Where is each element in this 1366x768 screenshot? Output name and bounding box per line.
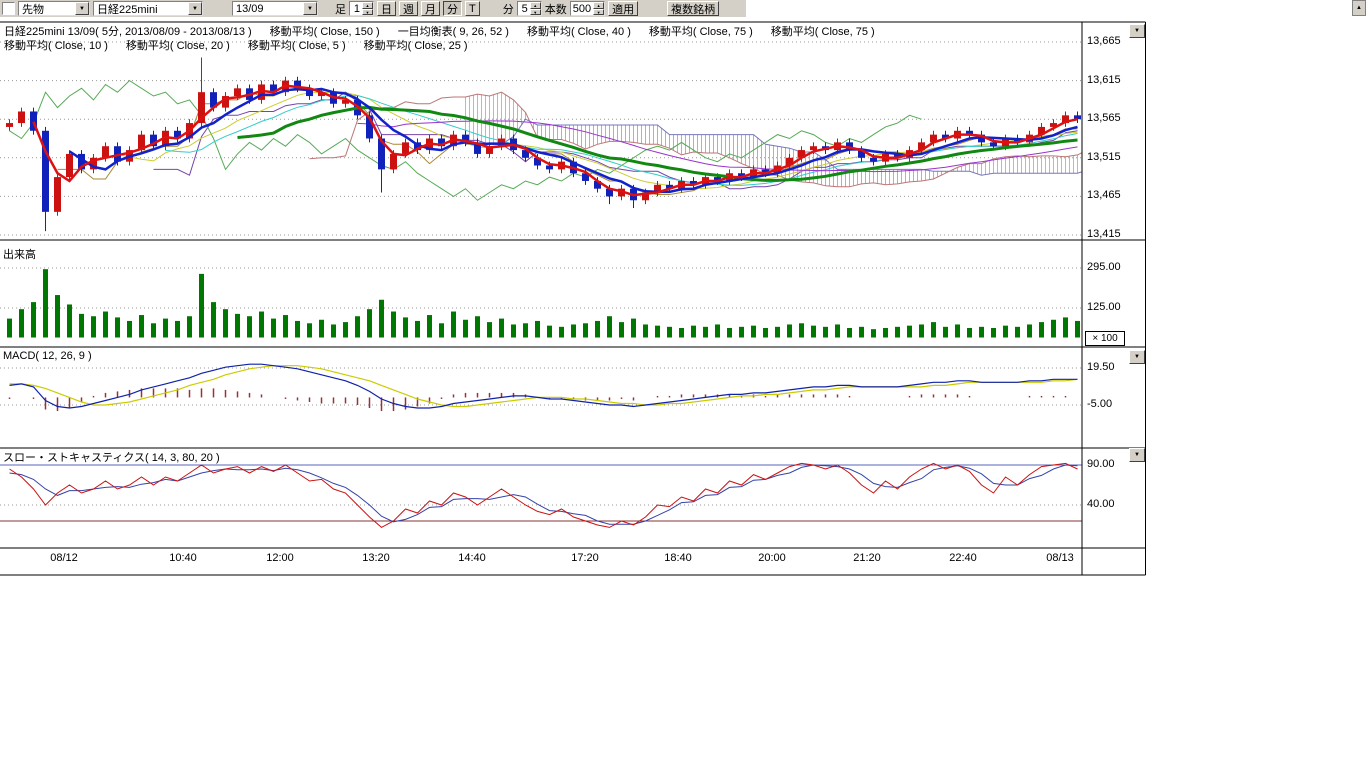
period-monthly-button[interactable]: 月 — [421, 1, 440, 16]
chevron-down-icon[interactable]: ▼ — [303, 2, 317, 15]
contract-month-select[interactable]: 13/09 ▼ — [232, 1, 318, 16]
stoch-panel-menu-button[interactable]: ▼ — [1129, 448, 1145, 462]
symbol-select[interactable]: 日経225mini ▼ — [93, 1, 203, 16]
symbol-select-value: 日経225mini — [97, 1, 186, 17]
chevron-down-icon[interactable]: ▼ — [188, 2, 202, 15]
period-daily-button[interactable]: 日 — [377, 1, 396, 16]
legend-item: 移動平均( Close, 40 ) — [527, 23, 631, 39]
spinner-down-icon[interactable]: ▼ — [362, 9, 373, 16]
chart-canvas[interactable] — [0, 17, 1147, 577]
contract-month-value: 13/09 — [236, 3, 301, 15]
legend-item: 移動平均( Close, 10 ) — [4, 37, 108, 53]
apply-button[interactable]: 適用 — [608, 1, 638, 16]
bar-interval-value: 1 — [350, 2, 362, 15]
macd-panel-menu-button[interactable]: ▼ — [1129, 350, 1145, 364]
legend-item: 移動平均( Close, 20 ) — [126, 37, 230, 53]
volume-multiplier-box: × 100 — [1085, 331, 1125, 346]
bar-count-spinner[interactable]: 500 ▲▼ — [570, 1, 605, 16]
app-icon — [2, 2, 15, 15]
bar-count-label: 本数 — [545, 1, 567, 17]
period-minute-button[interactable]: 分 — [443, 1, 462, 16]
minute-interval-value: 5 — [518, 2, 530, 15]
legend-item: 移動平均( Close, 25 ) — [364, 37, 468, 53]
chevron-down-icon[interactable]: ▼ — [75, 2, 89, 15]
macd-panel-label: MACD( 12, 26, 9 ) — [3, 350, 92, 362]
legend-item: 移動平均( Close, 75 ) — [649, 23, 753, 39]
legend-item: 移動平均( Close, 5 ) — [248, 37, 346, 53]
bar-count-value: 500 — [571, 2, 593, 15]
category-select-value: 先物 — [22, 1, 73, 17]
spinner-down-icon[interactable]: ▼ — [593, 9, 604, 16]
price-panel-menu-button[interactable]: ▼ — [1129, 24, 1145, 38]
stoch-panel-label: スロー・ストキャスティクス( 14, 3, 80, 20 ) — [3, 449, 220, 465]
bar-type-label: 足 — [335, 1, 346, 17]
indicator-legend-row-2: 移動平均( Close, 10 ) 移動平均( Close, 20 ) 移動平均… — [4, 37, 468, 53]
minute-unit-label: 分 — [503, 1, 514, 17]
legend-item: 移動平均( Close, 75 ) — [771, 23, 875, 39]
multi-symbol-button[interactable]: 複数銘柄 — [667, 1, 719, 16]
period-tick-button[interactable]: T — [465, 1, 480, 16]
bar-interval-spinner[interactable]: 1 ▲▼ — [349, 1, 374, 16]
category-select[interactable]: 先物 ▼ — [18, 1, 90, 16]
period-weekly-button[interactable]: 週 — [399, 1, 418, 16]
scrollbar-up-button[interactable]: ▲ — [1352, 0, 1366, 16]
chart-application-window: 先物 ▼ 日経225mini ▼ 13/09 ▼ 足 1 ▲▼ 日 週 月 分 … — [0, 0, 1366, 768]
spinner-down-icon[interactable]: ▼ — [530, 9, 541, 16]
toolbar: 先物 ▼ 日経225mini ▼ 13/09 ▼ 足 1 ▲▼ 日 週 月 分 … — [0, 0, 746, 17]
minute-interval-spinner[interactable]: 5 ▲▼ — [517, 1, 542, 16]
volume-panel-label: 出来高 — [3, 246, 36, 262]
